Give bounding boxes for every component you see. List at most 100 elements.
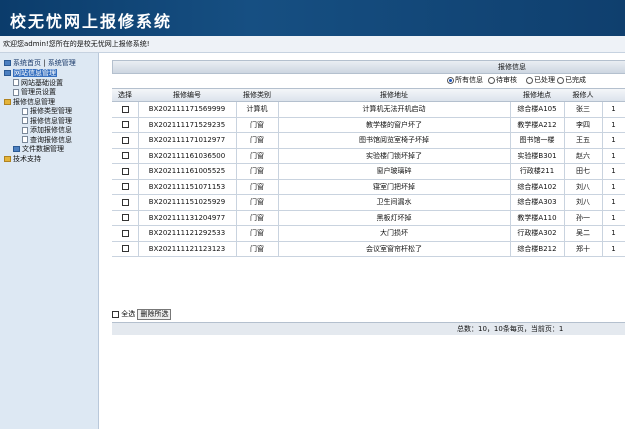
description-cell[interactable]: 图书馆阅览室椅子坏掉 (278, 133, 510, 148)
sidebar-tree-item[interactable]: 网站基础设置 (0, 79, 98, 89)
row-checkbox[interactable] (121, 152, 129, 159)
sidebar-tree-item[interactable]: 添加报修信息 (0, 126, 98, 136)
column-divider (564, 164, 565, 179)
table-row[interactable]: BX202111151071153 门窗 寝室门把坏掉 综合楼A102 刘八 1 (112, 179, 625, 195)
table-row[interactable]: BX202111121123123 门窗 会议室窗帘杆松了 综合楼B212 郑十 1 (112, 241, 625, 257)
column-divider (278, 148, 279, 163)
extra-cell: 1 (611, 120, 616, 129)
description-cell[interactable]: 窗户玻璃碎 (278, 164, 510, 179)
table-row[interactable]: BX202111171529235 门窗 教学楼的窗户坏了 教学楼A212 李四 1 (112, 117, 625, 133)
repair-id-cell: BX202111161036500 (148, 151, 226, 160)
row-checkbox[interactable] (121, 198, 129, 206)
doc-icon (22, 136, 28, 143)
column-divider (138, 164, 139, 179)
filter-radio[interactable] (557, 76, 564, 84)
column-divider (236, 195, 237, 210)
reporter-cell: 孙一 (576, 213, 590, 222)
filter-radio[interactable] (447, 76, 454, 84)
category-cell: 门窗 (250, 151, 264, 160)
row-checkbox[interactable] (121, 167, 129, 175)
column-divider (138, 195, 139, 210)
column-header: 报修编号 (173, 91, 201, 99)
column-divider (602, 241, 603, 256)
repair-id-cell: BX202111121123123 (148, 244, 226, 253)
sidebar-tree-item[interactable]: 报修类型管理 (0, 107, 98, 117)
sidebar-tree-item[interactable]: 文件数据管理 (0, 145, 98, 155)
row-checkbox[interactable] (121, 183, 129, 190)
table-row[interactable]: BX202111171569999 计算机 计算机无法开机启动 综合楼A105 张三 1 (112, 102, 625, 118)
sidebar-tree-label: 报修信息管理 (30, 116, 72, 125)
sidebar-tree-label: 添加报修信息 (30, 126, 72, 134)
table-row[interactable]: BX202111131204977 门窗 黑板灯坏掉 教学楼A110 孙一 1 (112, 210, 625, 226)
sidebar-tree-item[interactable]: 报修信息管理 (0, 117, 98, 127)
column-divider (602, 195, 603, 210)
filter-option[interactable]: 待审核 (488, 75, 517, 85)
sidebar-tree-label: 查询报修信息 (30, 135, 72, 144)
row-checkbox[interactable] (121, 229, 129, 237)
description-cell[interactable]: 大门损坏 (278, 226, 510, 241)
select-cell (112, 211, 138, 226)
header-banner: 校无忧网上报修系统 (0, 0, 625, 36)
category-cell: 门窗 (250, 120, 264, 129)
column-divider (236, 117, 237, 132)
filter-radio[interactable] (488, 76, 495, 84)
row-checkbox[interactable] (121, 105, 129, 113)
column-divider (236, 210, 237, 225)
row-checkbox[interactable] (121, 245, 129, 252)
row-checkbox[interactable] (121, 121, 129, 128)
filter-option[interactable]: 已完成 (557, 75, 586, 85)
row-checkbox[interactable] (121, 136, 129, 144)
column-divider (564, 210, 565, 225)
sidebar-link-home[interactable]: 系统首页 (13, 59, 41, 67)
table-row[interactable]: BX202111161005525 门窗 窗户玻璃碎 行政楼211 田七 1 (112, 164, 625, 180)
sidebar-tree-item[interactable]: 查询报修信息 (0, 136, 98, 146)
reporter-cell: 吴二 (576, 229, 590, 237)
select-cell (112, 102, 138, 117)
column-divider (564, 226, 565, 241)
column-header (602, 89, 625, 101)
sidebar-tree-label: 网站信息管理 (13, 69, 57, 77)
description-cell[interactable]: 教学楼的窗户坏了 (278, 118, 510, 133)
sidebar-tree-item[interactable]: 报修信息管理 (0, 98, 98, 108)
select-cell (112, 195, 138, 210)
sidebar-links: 系统首页 | 系统管理 (0, 53, 98, 69)
column-divider (138, 210, 139, 225)
filter-option[interactable]: 已处理 (526, 75, 555, 85)
row-checkbox[interactable] (121, 214, 129, 221)
filter-radio[interactable] (526, 76, 533, 84)
column-divider (278, 226, 279, 241)
description-cell[interactable]: 卫生间漏水 (278, 195, 510, 210)
description-cell[interactable]: 寝室门把坏掉 (278, 180, 510, 195)
select-cell (112, 180, 138, 195)
table-row[interactable]: BX202111151025929 门窗 卫生间漏水 综合楼A303 刘八 1 (112, 195, 625, 211)
select-all-checkbox[interactable] (112, 310, 119, 318)
description-cell[interactable]: 会议室窗帘杆松了 (278, 242, 510, 257)
reporter-cell: 郑十 (576, 244, 590, 253)
doc-icon (13, 88, 19, 96)
repair-id-cell: BX202111171012977 (148, 136, 226, 144)
doc-icon (22, 126, 28, 134)
doc-icon (22, 117, 28, 124)
table-row[interactable]: BX202111171012977 门窗 图书馆阅览室椅子坏掉 图书馆一楼 王五 1 (112, 133, 625, 149)
column-divider (236, 226, 237, 241)
filter-option[interactable]: 所有信息 (447, 75, 483, 85)
sidebar-link-system[interactable]: 系统管理 (48, 59, 76, 67)
description-cell[interactable]: 黑板灯坏掉 (278, 211, 510, 226)
description-cell[interactable]: 计算机无法开机启动 (278, 102, 510, 117)
table-row[interactable]: BX202111161036500 门窗 实验楼门锁坏掉了 实验楼B301 赵六 1 (112, 148, 625, 164)
column-divider (138, 102, 139, 117)
panel-title: 报修信息 (498, 63, 526, 71)
column-divider (278, 179, 279, 194)
delete-selected-button[interactable]: 删除所选 (137, 308, 172, 320)
column-divider (278, 164, 279, 179)
column-divider (510, 195, 511, 210)
location-cell: 教学楼A212 (517, 120, 557, 129)
sidebar-tree-item[interactable]: 网站信息管理 (0, 69, 98, 79)
sidebar-tree-item[interactable]: 技术支持 (0, 155, 98, 165)
doc-icon (22, 107, 28, 115)
table-row[interactable]: BX202111121292533 门窗 大门损坏 行政楼A302 吴二 1 (112, 226, 625, 242)
filter-label: 已完成 (565, 76, 586, 84)
description-cell[interactable]: 实验楼门锁坏掉了 (278, 149, 510, 164)
pager-text: 总数：10，10条每页，当前页：1 (457, 325, 564, 333)
sidebar-tree-item[interactable]: 管理员设置 (0, 88, 98, 98)
